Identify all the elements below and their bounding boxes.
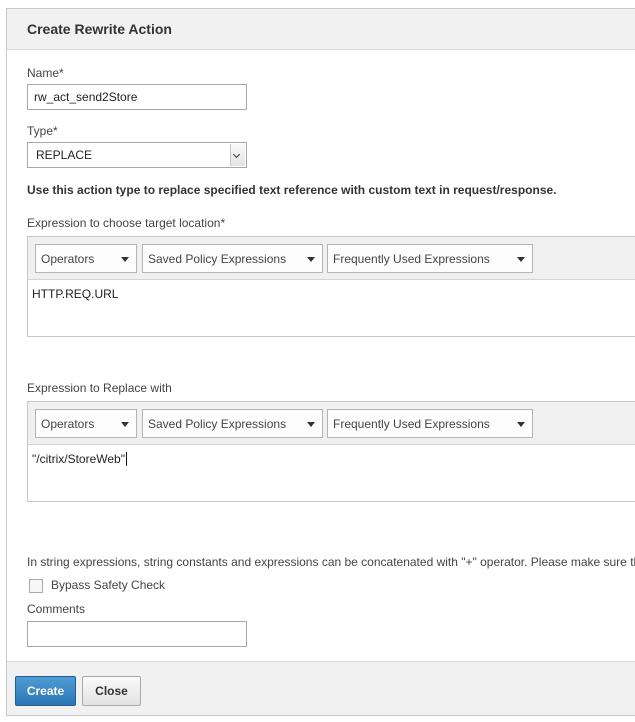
name-label: Name*	[27, 66, 64, 80]
frequently-used-expressions-label: Frequently Used Expressions	[333, 417, 490, 431]
operators-dropdown[interactable]: Operators	[35, 244, 137, 273]
caret-down-icon	[307, 257, 315, 262]
frequently-used-expressions-label: Frequently Used Expressions	[333, 252, 490, 266]
operators-dropdown-label: Operators	[41, 252, 95, 266]
dialog-header: Create Rewrite Action	[7, 9, 635, 50]
frequently-used-expressions-dropdown[interactable]: Frequently Used Expressions	[327, 244, 533, 273]
type-select[interactable]: REPLACE	[27, 142, 247, 168]
bypass-safety-label[interactable]: Bypass Safety Check	[51, 578, 165, 592]
saved-policy-expressions-label: Saved Policy Expressions	[148, 417, 287, 431]
action-type-description: Use this action type to replace specifie…	[27, 183, 557, 197]
saved-policy-expressions-label: Saved Policy Expressions	[148, 252, 287, 266]
concatenation-note: In string expressions, string constants …	[27, 555, 635, 569]
target-expression-input[interactable]: HTTP.REQ.URL	[32, 287, 118, 301]
caret-down-icon	[517, 422, 525, 427]
type-label: Type*	[27, 124, 58, 138]
create-button[interactable]: Create	[15, 676, 76, 706]
expression-toolbar: Operators Saved Policy Expressions Frequ…	[28, 237, 635, 280]
replace-expression-input-wrap[interactable]: "/citrix/StoreWeb"	[32, 452, 127, 466]
operators-dropdown[interactable]: Operators	[35, 409, 137, 438]
saved-policy-expressions-dropdown[interactable]: Saved Policy Expressions	[142, 244, 323, 273]
bypass-safety-checkbox[interactable]	[29, 579, 43, 593]
comments-label: Comments	[27, 602, 86, 616]
text-cursor	[126, 452, 127, 466]
comments-input[interactable]	[27, 621, 247, 647]
caret-down-icon	[517, 257, 525, 262]
dialog-title: Create Rewrite Action	[27, 21, 172, 37]
target-expression-editor: Operators Saved Policy Expressions Frequ…	[27, 236, 635, 337]
replace-expression-editor: Operators Saved Policy Expressions Frequ…	[27, 401, 635, 502]
frequently-used-expressions-dropdown[interactable]: Frequently Used Expressions	[327, 409, 533, 438]
caret-down-icon	[121, 257, 129, 262]
dialog-footer: Create Close	[7, 661, 635, 715]
caret-down-icon	[121, 422, 129, 427]
chevron-down-icon[interactable]	[230, 144, 245, 166]
expression-toolbar: Operators Saved Policy Expressions Frequ…	[28, 402, 635, 445]
type-select-value: REPLACE	[36, 148, 93, 162]
target-expression-label: Expression to choose target location*	[27, 216, 226, 230]
caret-down-icon	[307, 422, 315, 427]
create-rewrite-action-dialog: Create Rewrite Action Name* rw_act_send2…	[6, 8, 635, 716]
replace-expression-label: Expression to Replace with	[27, 381, 172, 395]
name-input[interactable]: rw_act_send2Store	[27, 84, 247, 110]
saved-policy-expressions-dropdown[interactable]: Saved Policy Expressions	[142, 409, 323, 438]
replace-expression-input[interactable]: "/citrix/StoreWeb"	[32, 452, 125, 466]
operators-dropdown-label: Operators	[41, 417, 95, 431]
close-button[interactable]: Close	[82, 676, 141, 706]
